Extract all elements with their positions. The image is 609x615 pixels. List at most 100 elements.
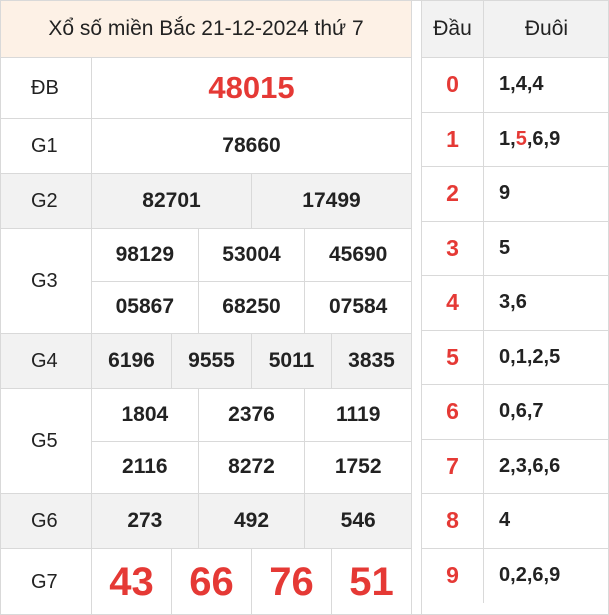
loto-table: Đầu Đuôi 01,4,411,5,6,9293543,650,1,2,56… <box>421 1 608 614</box>
tail-digit: 3 <box>515 454 527 477</box>
prize-row-g3: G3 98129 53004 45690 05867 68250 07584 <box>1 229 411 334</box>
tail-digit: 6 <box>515 400 527 423</box>
tail-digit: 4 <box>532 73 544 96</box>
loto-tail-digits: 1,5,6,9 <box>499 127 561 150</box>
loto-head-digit: 0 <box>422 58 484 112</box>
prize-number: 1752 <box>304 441 411 493</box>
prize-number: 1804 <box>121 402 169 426</box>
prize-number: 273 <box>127 509 163 532</box>
tail-digit: 9 <box>499 182 511 205</box>
prize-number-g7: 51 <box>331 549 411 614</box>
loto-row: 29 <box>422 167 608 222</box>
prize-label: ĐB <box>1 58 92 118</box>
prize-number: 07584 <box>304 281 411 333</box>
tail-digit: 2 <box>532 345 544 368</box>
tail-digit: 2 <box>499 454 511 477</box>
prize-number: 68250 <box>197 281 305 333</box>
loto-tail-digits: 0,1,2,5 <box>499 345 561 368</box>
tail-column-label: Đuôi <box>524 17 569 40</box>
loto-row: 0 1,4,4 <box>422 58 608 113</box>
prize-number: 1119 <box>304 389 411 441</box>
prize-number: 5011 <box>251 334 331 388</box>
loto-head-digit: 9 <box>422 548 484 603</box>
tail-digit: 1 <box>515 345 527 368</box>
loto-head-digit: 8 <box>422 494 484 548</box>
tail-digit: 6 <box>515 291 527 314</box>
tail-digit: 6 <box>532 127 544 150</box>
prize-number: 17499 <box>251 174 411 228</box>
tail-digit: 0 <box>499 564 511 587</box>
prize-row-g5: G5 1804 2376 1119 2116 8272 1752 <box>1 389 411 494</box>
tail-digit: 7 <box>532 400 544 423</box>
prize-row-g1: G1 78660 <box>1 119 411 174</box>
prize-number: 546 <box>304 494 411 548</box>
loto-tail-digits: 2,3,6,6 <box>499 454 561 477</box>
loto-tail-digits: 0,2,6,9 <box>499 564 561 587</box>
prize-number: 53004 <box>197 229 305 281</box>
prize-label: G4 <box>1 334 92 388</box>
head-column-label: Đầu <box>422 1 484 57</box>
loto-row: 60,6,7 <box>422 385 608 440</box>
loto-row: 35 <box>422 221 608 276</box>
loto-tail-digits: 5 <box>484 222 608 276</box>
tail-digit: 6 <box>532 454 544 477</box>
loto-tail-digits: 4 <box>484 494 608 548</box>
prize-label: G6 <box>1 494 92 548</box>
tail-digit: 1 <box>499 127 511 150</box>
prize-label: G1 <box>1 119 92 173</box>
loto-header: Đầu Đuôi <box>422 1 608 58</box>
prize-number: 492 <box>197 494 305 548</box>
prize-row-g4: G4 6196 9555 5011 3835 <box>1 334 411 389</box>
tail-digit: 2 <box>515 564 527 587</box>
prize-number: 98129 <box>115 242 175 266</box>
prize-number-db: 48015 <box>208 70 295 105</box>
prize-number: 05867 <box>115 295 175 319</box>
loto-row: 7 2,3,6,6 <box>422 439 608 494</box>
tail-digit: 4 <box>515 73 527 96</box>
prize-number: 3835 <box>331 334 411 388</box>
loto-row: 84 <box>422 494 608 549</box>
loto-tail-digits: 9 <box>484 167 608 221</box>
prize-number: 6196 <box>108 349 155 372</box>
prize-number: 82701 <box>142 189 201 212</box>
loto-row: 11,5,6,9 <box>422 112 608 167</box>
loto-row: 5 0,1,2,5 <box>422 330 608 385</box>
loto-head-digit: 3 <box>422 221 484 275</box>
prize-label: G2 <box>1 174 92 228</box>
loto-head-digit: 7 <box>422 439 484 493</box>
loto-head-digit: 6 <box>422 385 484 439</box>
lottery-result-table: Xổ số miền Bắc 21-12-2024 thứ 7 ĐB 48015… <box>0 0 609 615</box>
loto-head-digit: 2 <box>422 167 484 221</box>
prize-row-db: ĐB 48015 <box>1 58 411 119</box>
loto-head-digit: 5 <box>422 330 484 384</box>
prize-row-g6: G6 273 492 546 <box>1 494 411 549</box>
tail-digit: 5 <box>499 236 511 259</box>
tail-digit: 0 <box>499 400 511 423</box>
prize-number: 8272 <box>197 441 305 493</box>
prize-row-g7: G7 43 66 76 51 <box>1 549 411 614</box>
loto-head-digit: 4 <box>422 276 484 330</box>
loto-tail-digits: 1,4,4 <box>499 73 544 96</box>
prize-row-g2: G2 82701 17499 <box>1 174 411 229</box>
tail-digit: 3 <box>499 291 511 314</box>
loto-tail-digits: 0,6,7 <box>499 400 544 423</box>
tail-digit: 0 <box>499 345 511 368</box>
prize-number: 45690 <box>304 229 411 281</box>
tail-digit: 1 <box>499 73 511 96</box>
prize-label: G3 <box>1 229 92 333</box>
page-title: Xổ số miền Bắc 21-12-2024 thứ 7 <box>1 1 411 58</box>
prize-number: 78660 <box>222 134 281 157</box>
tail-digit: 6 <box>532 564 544 587</box>
tail-digit: 9 <box>549 564 561 587</box>
prize-label: G5 <box>1 389 92 493</box>
loto-tail-digits: 3,6 <box>499 291 527 314</box>
loto-row: 43,6 <box>422 276 608 331</box>
prize-label: G7 <box>1 549 92 614</box>
tail-digit: 5 <box>515 127 527 150</box>
tail-digit: 6 <box>549 454 561 477</box>
loto-head-digit: 1 <box>422 112 484 166</box>
loto-row: 90,2,6,9 <box>422 548 608 603</box>
prize-number-g7: 66 <box>171 549 251 614</box>
loto-rows: 01,4,411,5,6,9293543,650,1,2,560,6,772,3… <box>422 58 608 603</box>
prize-number: 2116 <box>122 455 168 479</box>
